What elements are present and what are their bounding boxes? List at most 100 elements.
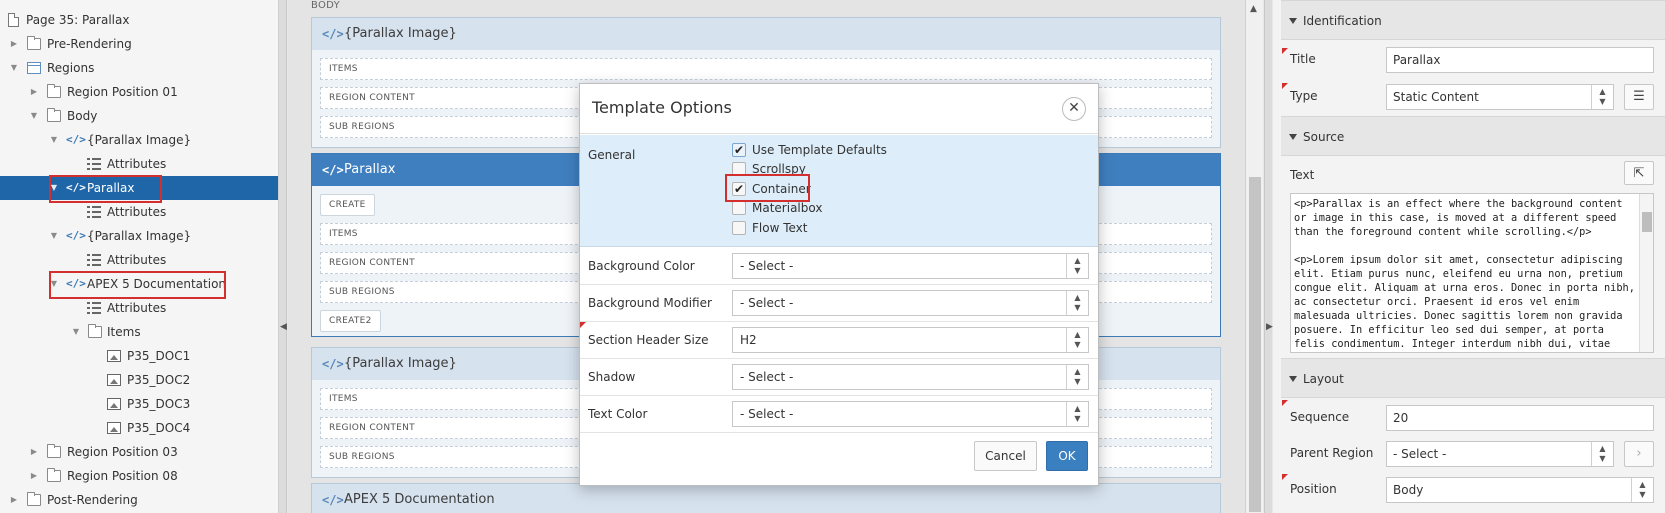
code-icon: </> <box>322 357 344 371</box>
background-color-select[interactable]: - Select - ▲ ▼ <box>732 253 1089 279</box>
type-value: Static Content <box>1393 90 1479 104</box>
scroll-up-icon[interactable]: ▲ <box>1250 4 1257 14</box>
title-input[interactable]: Parallax <box>1386 47 1654 73</box>
expand-icon: ⇱ <box>1633 166 1645 181</box>
text-editor[interactable]: <p>Parallax is an effect where the backg… <box>1290 193 1654 353</box>
select-arrows-icon[interactable]: ▲ ▼ <box>1631 478 1653 502</box>
folder-icon <box>27 36 41 50</box>
select-arrows-icon[interactable]: ▲ ▼ <box>1066 365 1088 389</box>
dialog-footer: Cancel OK <box>580 433 1098 485</box>
tree-label: Region Position 01 <box>67 85 178 99</box>
select-arrows-icon[interactable]: ▲ ▼ <box>1591 442 1613 466</box>
annotation-highlight <box>49 175 162 203</box>
slot-create2[interactable]: CREATE2 <box>320 310 381 332</box>
general-options: General Use Template Defaults Scrollspy … <box>580 135 1098 247</box>
text-color-select[interactable]: - Select - ▲ ▼ <box>732 401 1089 427</box>
chevron-right-icon: › <box>1636 446 1642 461</box>
folder-icon <box>47 84 61 98</box>
section-identification[interactable]: Identification <box>1281 0 1665 40</box>
expand-arrow-icon[interactable]: ▶ <box>8 32 20 56</box>
type-select[interactable]: Static Content ▲ ▼ <box>1386 84 1614 110</box>
row-label: Text Color <box>588 407 648 421</box>
collapse-arrow-icon[interactable]: ▼ <box>48 224 60 248</box>
checkbox[interactable] <box>732 201 746 215</box>
general-label: General <box>588 148 636 162</box>
ok-button[interactable]: OK <box>1046 441 1088 471</box>
dialog-title: Template Options <box>592 98 732 117</box>
expand-arrow-icon[interactable]: ▶ <box>28 440 40 464</box>
rendering-tree[interactable]: Page 35: Parallax ▶ Pre-Rendering ▼ Regi… <box>0 0 279 513</box>
tree-label: Page 35: Parallax <box>26 13 130 27</box>
slot-items[interactable]: ITEMS <box>320 58 1212 80</box>
collapse-arrow-icon[interactable]: ▼ <box>48 128 60 152</box>
canvas-scrollbar[interactable]: ▲ <box>1245 0 1263 513</box>
collapse-arrow-icon[interactable]: ▼ <box>70 320 82 344</box>
region-apex-documentation[interactable]: </> APEX 5 Documentation <box>311 483 1221 513</box>
section-layout[interactable]: Layout <box>1281 358 1665 398</box>
region-header[interactable]: </> {Parallax Image} <box>312 18 1220 50</box>
code-icon: </> <box>322 27 344 41</box>
section-header-size-select[interactable]: H2 ▲ ▼ <box>732 327 1089 353</box>
select-arrows-icon[interactable]: ▲ ▼ <box>1066 254 1088 278</box>
expand-editor-button[interactable]: ⇱ <box>1624 161 1654 185</box>
attributes-icon <box>87 206 101 218</box>
property-editor[interactable]: Identification Title Parallax Type Stati… <box>1273 0 1665 513</box>
expand-arrow-icon[interactable]: ▶ <box>28 464 40 488</box>
right-splitter[interactable]: ▶ <box>1264 0 1273 513</box>
tree-label: Regions <box>47 61 95 75</box>
text-scrollbar[interactable] <box>1639 194 1653 352</box>
tree-label: Region Position 08 <box>67 469 178 483</box>
select-value: H2 <box>740 333 757 347</box>
collapse-arrow-icon[interactable]: ▼ <box>28 104 40 128</box>
regions-icon <box>27 62 41 74</box>
code-icon: </> <box>66 229 86 242</box>
parent-region-select[interactable]: - Select - ▲ ▼ <box>1386 441 1614 467</box>
position-select[interactable]: Body ▲ ▼ <box>1386 477 1654 503</box>
scrollbar-thumb[interactable] <box>1642 212 1652 232</box>
collapse-right-icon[interactable]: ▶ <box>1266 322 1273 332</box>
checkbox[interactable] <box>732 221 746 235</box>
close-button[interactable]: ✕ <box>1062 97 1086 121</box>
slot-create[interactable]: CREATE <box>320 194 375 216</box>
background-modifier-select[interactable]: - Select - ▲ ▼ <box>732 290 1089 316</box>
required-marker <box>1282 400 1288 406</box>
scrollbar-thumb[interactable] <box>1249 177 1261 512</box>
row-shadow: Shadow - Select - ▲ ▼ <box>580 359 1098 396</box>
cancel-button[interactable]: Cancel <box>974 441 1037 471</box>
collapse-left-icon[interactable]: ◀ <box>280 322 287 332</box>
row-text-color: Text Color - Select - ▲ ▼ <box>580 396 1098 433</box>
tree-label: Pre-Rendering <box>47 37 132 51</box>
select-arrows-icon[interactable]: ▲ ▼ <box>1591 85 1613 109</box>
tree-label: {Parallax Image} <box>87 229 192 243</box>
code-icon: </> <box>322 163 344 177</box>
checkbox-checked[interactable] <box>732 142 746 158</box>
go-to-parent-button[interactable]: › <box>1624 441 1654 467</box>
section-source[interactable]: Source <box>1281 116 1665 156</box>
select-arrows-icon[interactable]: ▲ ▼ <box>1066 328 1088 352</box>
tree-label: Post-Rendering <box>47 493 138 507</box>
attributes-icon <box>87 158 101 170</box>
expand-arrow-icon[interactable]: ▶ <box>8 488 20 512</box>
row-background-color: Background Color - Select - ▲ ▼ <box>580 248 1098 285</box>
tree-label: Items <box>107 325 141 339</box>
list-view-button[interactable]: ☰ <box>1624 84 1654 110</box>
select-value: - Select - <box>740 259 794 273</box>
sequence-label: Sequence <box>1290 410 1350 424</box>
select-arrows-icon[interactable]: ▲ ▼ <box>1066 402 1088 426</box>
required-marker <box>1282 474 1288 480</box>
folder-icon <box>27 492 41 506</box>
left-splitter[interactable]: ◀ <box>279 0 287 513</box>
row-label: Section Header Size <box>588 333 709 347</box>
row-label: Background Color <box>588 259 695 273</box>
shadow-select[interactable]: - Select - ▲ ▼ <box>732 364 1089 390</box>
template-options-dialog[interactable]: Template Options ✕ General Use Template … <box>579 83 1099 486</box>
region-title: {Parallax Image} <box>344 26 457 41</box>
expand-arrow-icon[interactable]: ▶ <box>28 80 40 104</box>
tree-label: Region Position 03 <box>67 445 178 459</box>
image-item-icon <box>107 422 121 434</box>
collapse-arrow-icon[interactable]: ▼ <box>8 56 20 80</box>
sequence-input[interactable]: 20 <box>1386 405 1654 431</box>
select-arrows-icon[interactable]: ▲ ▼ <box>1066 291 1088 315</box>
type-label: Type <box>1290 89 1318 103</box>
region-header[interactable]: </> APEX 5 Documentation <box>312 484 1220 513</box>
